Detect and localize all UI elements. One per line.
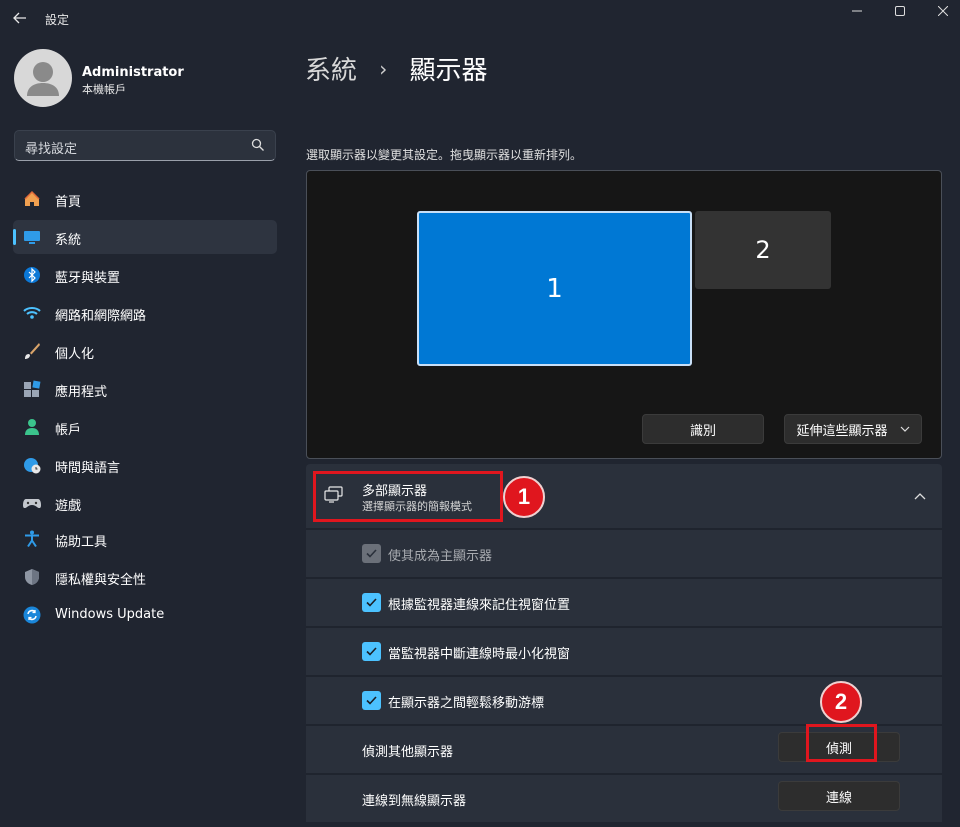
monitor-2-tile[interactable]: 2 [695, 211, 831, 289]
back-button[interactable] [8, 6, 32, 30]
display-arrangement-panel: 1 2 識別 延伸這些顯示器 [306, 170, 942, 459]
user-name: Administrator [82, 65, 184, 80]
accessibility-icon [25, 530, 39, 548]
chevron-right-icon: › [379, 57, 388, 81]
globe-clock-icon [24, 458, 41, 474]
sidebar-item-label: 系統 [55, 233, 82, 248]
sidebar-item-bluetooth[interactable]: 藍牙與裝置 [13, 258, 277, 292]
sidebar-item-accounts[interactable]: 帳戶 [13, 410, 277, 444]
sidebar-item-gaming[interactable]: 遊戲 [13, 486, 277, 520]
sidebar-item-label: 應用程式 [55, 385, 108, 400]
close-icon [938, 6, 948, 16]
checkbox-ease-cursor-movement[interactable] [362, 691, 381, 710]
display-icon [24, 231, 40, 244]
wireless-display-label: 連線到無線顯示器 [362, 794, 467, 809]
checkbox-main-display [362, 544, 381, 563]
checkbox-label: 在顯示器之間輕鬆移動游標 [388, 696, 545, 711]
step-1-badge: 1 [503, 476, 545, 518]
connect-button[interactable]: 連線 [778, 781, 900, 811]
sidebar-item-label: 協助工具 [55, 535, 108, 550]
back-arrow-icon [13, 12, 26, 24]
wireless-display-row: 連線到無線顯示器 連線 [306, 775, 942, 822]
page-title: 顯示器 [409, 56, 488, 86]
home-icon [24, 190, 40, 206]
list-item: 根據監視器連線來記住視窗位置 [306, 579, 942, 626]
chevron-up-icon[interactable] [914, 492, 926, 500]
connect-button-label: 連線 [825, 790, 852, 806]
minimize-icon [852, 10, 862, 12]
highlight-box-step-1 [313, 471, 503, 522]
checkmark-icon [366, 598, 377, 607]
sidebar-item-label: 隱私權與安全性 [55, 573, 147, 588]
user-avatar-icon [27, 62, 59, 96]
update-icon [23, 606, 41, 624]
sidebar-item-system[interactable]: 系統 [13, 220, 277, 254]
monitor-1-tile[interactable]: 1 [417, 211, 692, 366]
checkmark-icon [366, 696, 377, 705]
sidebar-item-label: 首頁 [55, 195, 82, 210]
gamepad-icon [23, 499, 41, 508]
step-1-number: 1 [517, 484, 531, 509]
highlight-box-step-2 [806, 724, 877, 762]
list-item: 使其成為主顯示器 [306, 530, 942, 577]
sidebar-item-windows-update[interactable]: Windows Update [13, 598, 277, 632]
checkbox-remember-window-locations[interactable] [362, 593, 381, 612]
brush-icon [25, 343, 40, 359]
bluetooth-icon [24, 267, 40, 283]
checkbox-label: 使其成為主顯示器 [388, 549, 493, 564]
list-item: 當監視器中斷連線時最小化視窗 [306, 628, 942, 675]
sidebar-item-label: 個人化 [55, 347, 95, 362]
chevron-down-icon [900, 426, 909, 432]
apps-icon [24, 380, 41, 397]
search-input[interactable]: 尋找設定 [14, 130, 276, 161]
checkbox-minimize-windows[interactable] [362, 642, 381, 661]
step-2-number: 2 [834, 689, 848, 714]
checkmark-icon [366, 549, 377, 558]
minimize-button[interactable] [834, 0, 880, 22]
sidebar-item-privacy[interactable]: 隱私權與安全性 [13, 560, 277, 594]
sidebar-item-network[interactable]: 網路和網際網路 [13, 296, 277, 330]
person-icon [25, 419, 39, 435]
sidebar-item-label: Windows Update [55, 607, 165, 622]
breadcrumb: 系統 › 顯示器 [305, 50, 488, 87]
extend-label: 延伸這些顯示器 [796, 423, 888, 439]
app-title: 設定 [45, 13, 70, 27]
user-account-type: 本機帳戶 [82, 83, 126, 96]
search-icon [251, 138, 264, 151]
breadcrumb-parent[interactable]: 系統 [305, 56, 357, 86]
avatar[interactable] [14, 49, 72, 107]
sidebar-item-personalization[interactable]: 個人化 [13, 334, 277, 368]
step-2-badge: 2 [820, 681, 862, 723]
monitor-2-number: 2 [755, 236, 771, 264]
identify-label: 識別 [689, 423, 716, 439]
maximize-icon [895, 6, 905, 16]
arrangement-hint: 選取顯示器以變更其設定。拖曳顯示器以重新排列。 [306, 148, 583, 162]
detect-displays-label: 偵測其他顯示器 [362, 745, 454, 760]
sidebar-item-time-language[interactable]: 時間與語言 [13, 448, 277, 482]
sidebar-item-apps[interactable]: 應用程式 [13, 372, 277, 406]
sidebar-item-home[interactable]: 首頁 [13, 182, 277, 216]
search-placeholder: 尋找設定 [25, 142, 78, 157]
checkmark-icon [366, 647, 377, 656]
checkbox-label: 根據監視器連線來記住視窗位置 [388, 598, 571, 613]
sidebar-item-label: 遊戲 [55, 499, 82, 514]
sidebar-item-accessibility[interactable]: 協助工具 [13, 522, 277, 556]
active-indicator [13, 229, 16, 245]
sidebar-item-label: 藍牙與裝置 [55, 271, 121, 286]
close-button[interactable] [920, 0, 960, 22]
monitor-1-number: 1 [546, 273, 563, 304]
identify-button[interactable]: 識別 [642, 414, 764, 444]
sidebar-item-label: 時間與語言 [55, 461, 121, 476]
extend-displays-dropdown[interactable]: 延伸這些顯示器 [784, 414, 922, 444]
sidebar-item-label: 帳戶 [55, 423, 82, 438]
checkbox-label: 當監視器中斷連線時最小化視窗 [388, 647, 571, 662]
shield-icon [25, 569, 39, 585]
maximize-button[interactable] [877, 0, 923, 22]
sidebar-item-label: 網路和網際網路 [55, 309, 147, 324]
wifi-icon [23, 307, 41, 319]
